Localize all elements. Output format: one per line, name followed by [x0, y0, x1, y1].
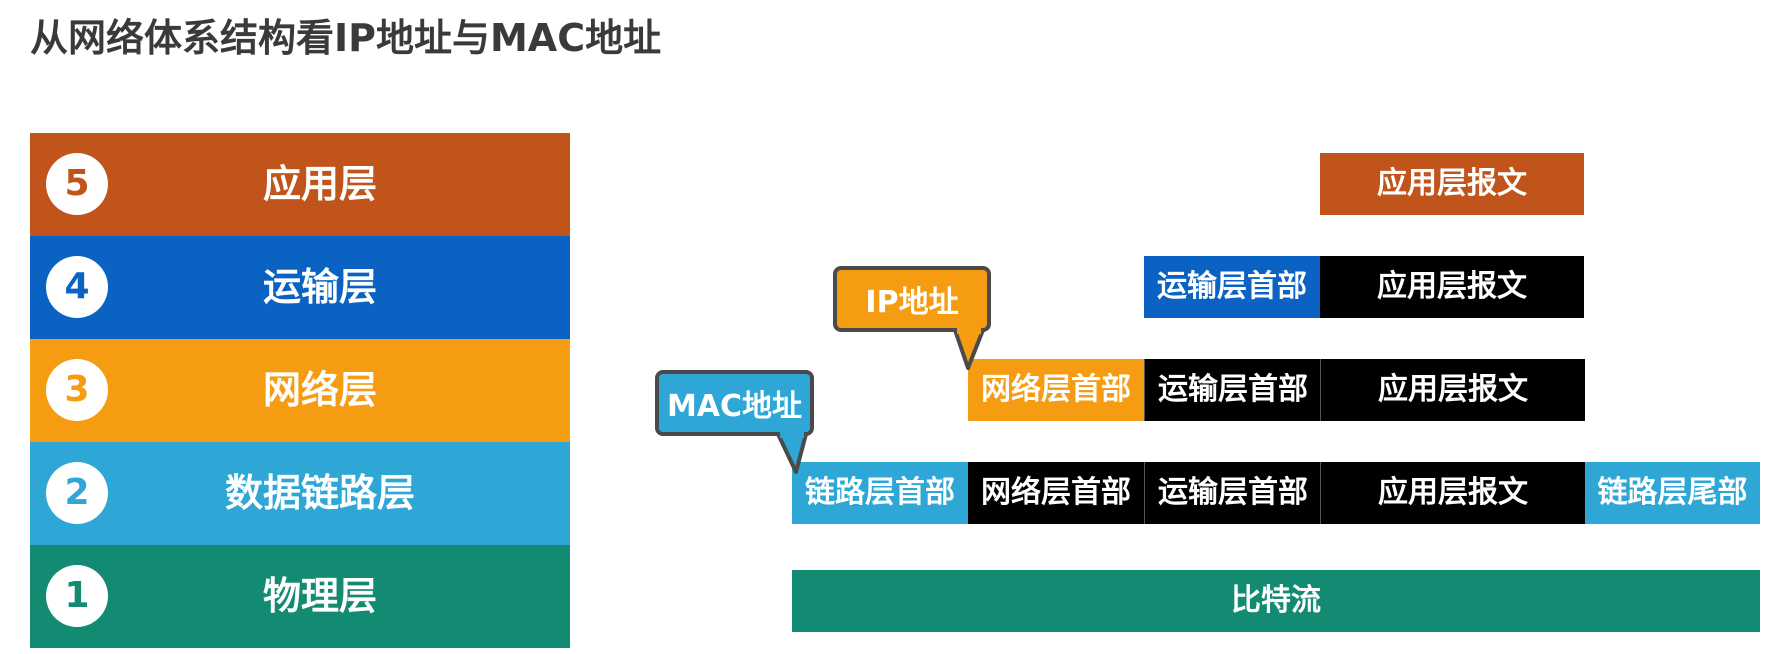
pdu-link-trailer: 链路层尾部	[1585, 462, 1760, 524]
layer-name: 运输层	[262, 265, 377, 309]
layer-name: 数据链路层	[224, 471, 415, 515]
layer-transport: 4 运输层	[30, 236, 570, 339]
layer-number-badge: 5	[46, 153, 108, 215]
pdu-network-header: 网络层首部	[968, 462, 1144, 524]
layer-datalink: 2 数据链路层	[30, 442, 570, 545]
layer-number-badge: 2	[46, 462, 108, 524]
pdu-app-message: 应用层报文	[1320, 153, 1584, 215]
pdu-transport-header: 运输层首部	[1144, 462, 1321, 524]
layer-physical: 1 物理层	[30, 545, 570, 648]
ip-callout-seam	[957, 326, 981, 334]
layer-name: 网络层	[262, 368, 377, 412]
slide: 从网络体系结构看IP地址与MAC地址 5 应用层 4 运输层 3 网络层 2 数…	[0, 0, 1778, 654]
layer-number-badge: 4	[46, 256, 108, 318]
pdu-bitstream: 比特流	[792, 570, 1760, 632]
layer-number-badge: 1	[46, 565, 108, 627]
pdu-app-message: 应用层报文	[1320, 462, 1585, 524]
pdu-transport-header: 运输层首部	[1144, 256, 1320, 318]
pdu-link-header: 链路层首部	[792, 462, 968, 524]
layer-name: 物理层	[262, 574, 377, 618]
page-title: 从网络体系结构看IP地址与MAC地址	[30, 16, 662, 60]
layer-name: 应用层	[262, 162, 377, 206]
pdu-transport-header: 运输层首部	[1144, 359, 1321, 421]
pdu-app-message: 应用层报文	[1320, 359, 1585, 421]
mac-address-callout: MAC地址	[655, 370, 814, 436]
ip-address-callout: IP地址	[833, 266, 991, 332]
pdu-app-message: 应用层报文	[1320, 256, 1584, 318]
pdu-network-header: 网络层首部	[968, 359, 1144, 421]
layer-number-badge: 3	[46, 359, 108, 421]
layer-application: 5 应用层	[30, 133, 570, 236]
mac-callout-seam	[780, 430, 804, 438]
layer-network: 3 网络层	[30, 339, 570, 442]
